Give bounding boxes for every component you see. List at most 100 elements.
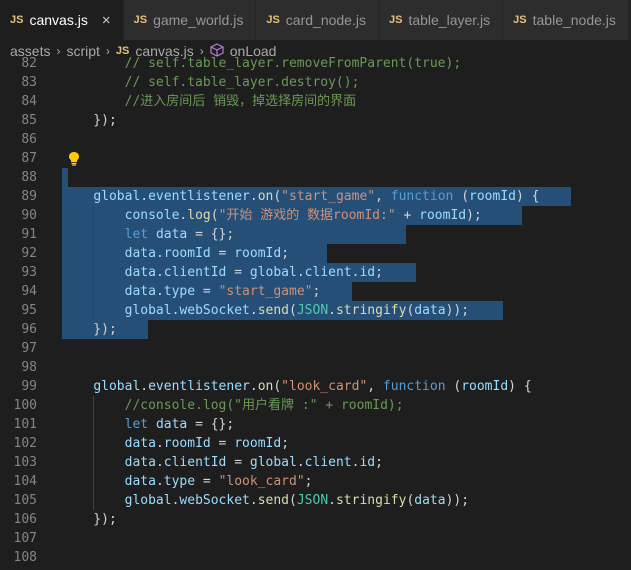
code-editor[interactable]: 82 // self.table_layer.removeFromParent(… [0, 52, 631, 570]
code-token: ; [304, 474, 313, 489]
code-line[interactable]: 87 [0, 149, 631, 168]
code-token: id [359, 455, 376, 470]
line-number: 86 [21, 132, 37, 147]
code-text: data.roomId = roomId; [62, 434, 289, 453]
line-number: 97 [21, 341, 37, 356]
code-line[interactable]: 85 }); [0, 111, 631, 130]
code-token: "start_game" [281, 189, 376, 204]
line-number: 89 [21, 189, 37, 204]
code-token: ( [289, 493, 297, 508]
code-token: global [93, 379, 141, 394]
code-line[interactable]: 83 // self.table_layer.destroy(); [0, 73, 631, 92]
code-token: data [124, 436, 156, 451]
code-line[interactable]: 95 global.webSocket.send(JSON.stringify(… [0, 301, 631, 320]
code-line[interactable]: 97 [0, 339, 631, 358]
code-line[interactable]: 84 //进入房间后 销毁，掉选择房间的界面 [0, 92, 631, 111]
code-line[interactable]: 93 data.clientId = global.client.id; [0, 263, 631, 282]
javascript-file-icon: JS [266, 14, 280, 26]
code-token: data [414, 303, 446, 318]
code-line[interactable]: 101 let data = {}; [0, 415, 631, 434]
code-token: eventlistener [148, 189, 250, 204]
code-token: . [249, 493, 258, 508]
code-text: //进入房间后 销毁，掉选择房间的界面 [62, 92, 356, 111]
code-line[interactable]: 104 data.type = "look_card"; [0, 472, 631, 491]
tab-label: card_node.js [285, 12, 366, 28]
selection-highlight [62, 168, 68, 187]
tab-table-layer-js[interactable]: JS table_layer.js [378, 0, 504, 40]
code-token: . [155, 246, 164, 261]
code-text: global.eventlistener.on("look_card", fun… [62, 377, 531, 396]
code-token: data [124, 265, 156, 280]
code-token: "look_card" [218, 474, 305, 489]
code-token: JSON [296, 303, 329, 318]
editor-tab-bar: JS canvas.js × JS game_world.js JS card_… [0, 0, 631, 40]
code-line[interactable]: 107 [0, 529, 631, 548]
code-token: global [249, 265, 297, 280]
code-line[interactable]: 90 console.log("开始 游戏的 数据roomId:" + room… [0, 206, 631, 225]
code-token: //进入房间后 销毁，掉选择房间的界面 [62, 94, 357, 109]
code-token: . [249, 189, 258, 204]
code-line[interactable]: 108 [0, 548, 631, 567]
tab-label: table_layer.js [408, 12, 491, 28]
line-number: 90 [21, 208, 37, 223]
line-number: 105 [13, 493, 37, 508]
code-token: )); [445, 493, 470, 508]
javascript-file-icon: JS [133, 14, 148, 26]
code-line[interactable]: 82 // self.table_layer.removeFromParent(… [0, 54, 631, 73]
code-line[interactable]: 94 data.type = "start_game"; [0, 282, 631, 301]
line-number: 83 [21, 75, 37, 90]
code-line[interactable]: 92 data.roomId = roomId; [0, 244, 631, 263]
line-number: 104 [13, 474, 37, 489]
tab-game-world-js[interactable]: JS game_world.js [123, 0, 257, 40]
line-number: 96 [21, 322, 37, 337]
code-token: = [226, 265, 250, 280]
code-line[interactable]: 89 global.eventlistener.on("start_game",… [0, 187, 631, 206]
code-token: data [414, 493, 446, 508]
code-token: // self.table_layer.removeFromParent(tru… [62, 56, 462, 71]
code-token: clientId [163, 455, 227, 470]
code-line[interactable]: 86 [0, 130, 631, 149]
code-line[interactable]: 100 //console.log("用户看牌 :" + roomId); [0, 396, 631, 415]
line-number: 91 [21, 227, 37, 242]
code-token: = [195, 474, 219, 489]
line-number: 102 [13, 436, 37, 451]
code-line[interactable]: 99 global.eventlistener.on("look_card", … [0, 377, 631, 396]
code-line[interactable]: 103 data.clientId = global.client.id; [0, 453, 631, 472]
code-line[interactable]: 98 [0, 358, 631, 377]
line-number: 93 [21, 265, 37, 280]
code-line[interactable]: 105 global.webSocket.send(JSON.stringify… [0, 491, 631, 510]
code-token: // self.table_layer.destroy(); [62, 75, 360, 90]
line-number: 95 [21, 303, 37, 318]
tab-card-node-js[interactable]: JS card_node.js [256, 0, 379, 40]
tab-canvas-js[interactable]: JS canvas.js × [0, 0, 124, 40]
close-icon[interactable]: × [102, 12, 111, 29]
tab-label: game_world.js [153, 12, 244, 28]
line-number: 99 [21, 379, 37, 394]
code-token: data [155, 417, 188, 432]
tab-table-node-js[interactable]: JS table_node.js [503, 0, 629, 40]
code-line[interactable]: 91 let data = {}; [0, 225, 631, 244]
code-token: clientId [163, 265, 227, 280]
code-line[interactable]: 96 }); [0, 320, 631, 339]
code-text: // self.table_layer.removeFromParent(tru… [62, 54, 462, 73]
code-line[interactable]: 106 }); [0, 510, 631, 529]
code-token: JSON [296, 493, 329, 508]
code-line[interactable]: 88 [0, 168, 631, 187]
code-token: client [304, 455, 352, 470]
code-token: stringify [335, 303, 407, 318]
code-token: data [124, 284, 156, 299]
code-token: + [395, 208, 420, 223]
code-token: . [155, 284, 164, 299]
javascript-file-icon: JS [388, 14, 403, 26]
code-text: global.webSocket.send(JSON.stringify(dat… [62, 301, 469, 320]
javascript-file-icon: JS [10, 14, 24, 26]
code-text: data.type = "look_card"; [62, 472, 313, 491]
line-number: 103 [13, 455, 37, 470]
code-token: id [359, 265, 376, 280]
code-line[interactable]: 102 data.roomId = roomId; [0, 434, 631, 453]
code-token: global [249, 455, 297, 470]
